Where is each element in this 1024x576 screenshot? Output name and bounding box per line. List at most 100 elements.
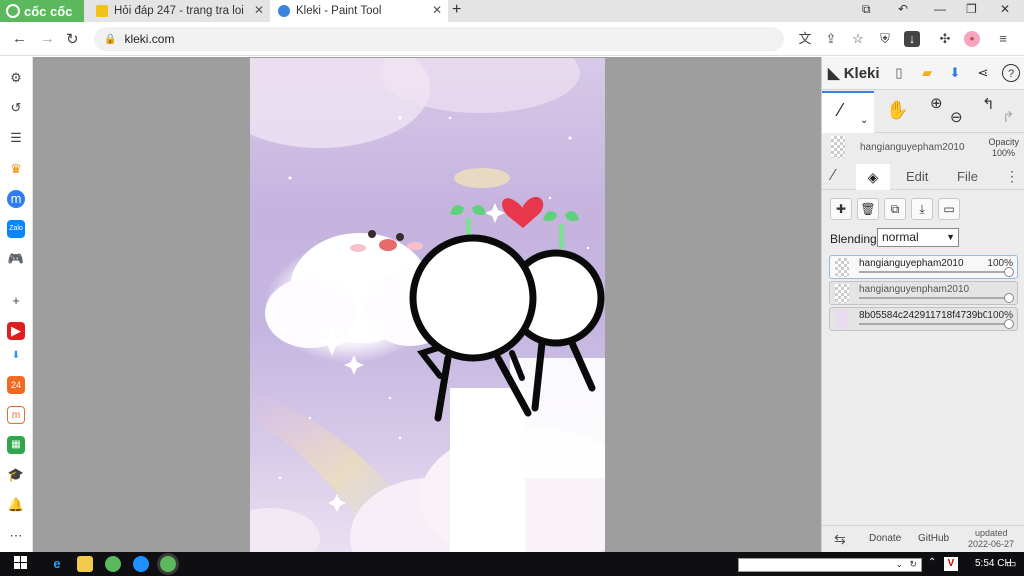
layer-opacity-handle[interactable] xyxy=(1004,267,1014,277)
hoidap-favicon-icon xyxy=(96,5,108,17)
sheet-icon[interactable]: ▦ xyxy=(7,436,25,454)
reload-button[interactable]: ↻ xyxy=(66,30,79,48)
close-window-button[interactable]: ✕ xyxy=(1000,2,1010,16)
share-icon[interactable]: ⇪ xyxy=(823,31,839,47)
crown-icon[interactable]: ♛ xyxy=(7,160,25,178)
redo-icon[interactable]: ↱ xyxy=(1002,108,1015,126)
hand-tool-button[interactable]: ✋ xyxy=(886,100,908,121)
chevron-down-icon[interactable]: ⌄ xyxy=(860,115,868,126)
kleki-panel: ◣ Kleki ▯ ▰ ⬇ ⋖ ? ⁄ ⌄ ✋ ⊕ ⊖ ↰ ↱ hangiang… xyxy=(821,57,1024,552)
delete-layer-button[interactable]: 🗑 xyxy=(857,198,879,220)
layer-opacity-handle[interactable] xyxy=(1004,319,1014,329)
windows-start-icon[interactable] xyxy=(14,556,30,572)
coccoc-menu-button[interactable]: cốc cốc xyxy=(0,0,84,22)
tab-file[interactable]: File xyxy=(957,169,978,184)
tool-row: ⁄ ⌄ ✋ ⊕ ⊖ ↰ ↱ xyxy=(822,91,1024,133)
download-icon[interactable]: ↓ xyxy=(904,31,920,47)
drawing-canvas[interactable] xyxy=(250,58,605,552)
layer-item[interactable]: hangianguyenpham2010 xyxy=(829,281,1018,305)
rename-layer-button[interactable]: ▭ xyxy=(938,198,960,220)
back-button[interactable]: ← xyxy=(12,30,27,47)
shield-icon[interactable]: ⛨ xyxy=(877,31,893,47)
donate-link[interactable]: Donate xyxy=(869,533,901,544)
restore-arrow-icon[interactable]: ↶ xyxy=(898,2,908,16)
settings-gear-icon[interactable]: ⚙ xyxy=(7,69,25,87)
zalo-icon[interactable]: Zalo xyxy=(7,220,25,238)
file-explorer-icon[interactable] xyxy=(77,556,93,572)
forward-button[interactable]: → xyxy=(40,30,55,47)
close-tab-icon[interactable]: ✕ xyxy=(254,3,264,17)
add-layer-button[interactable]: ✚ xyxy=(830,198,852,220)
menu-icon[interactable]: ≡ xyxy=(995,31,1011,47)
app-m-icon[interactable]: m xyxy=(7,406,25,424)
tab-brush[interactable]: ⁄ xyxy=(832,167,835,185)
profile-avatar-icon[interactable]: • xyxy=(964,31,980,47)
messenger-icon[interactable]: m xyxy=(7,190,25,208)
coccoc-taskbar-icon[interactable] xyxy=(105,556,121,572)
merge-down-button[interactable]: ⤓ xyxy=(911,198,933,220)
notifications-icon[interactable]: ▭ xyxy=(1006,557,1016,570)
notifications-bell-icon[interactable]: 🔔 xyxy=(7,496,25,514)
brand-label: cốc cốc xyxy=(24,3,73,19)
kleki-favicon-icon xyxy=(278,5,290,17)
current-layer-name: hangianguyepham2010 xyxy=(860,142,965,153)
more-icon[interactable]: ⋯ xyxy=(7,527,25,545)
new-tab-button[interactable]: + xyxy=(452,1,461,19)
translate-icon[interactable]: 文 xyxy=(797,31,813,47)
layer-opacity-slider[interactable] xyxy=(859,323,1009,325)
zalo-taskbar-icon[interactable] xyxy=(133,556,149,572)
duplicate-layer-button[interactable]: ⧉ xyxy=(884,198,906,220)
tab-layers[interactable]: ◈ xyxy=(856,164,890,190)
bookmark-star-icon[interactable]: ☆ xyxy=(850,31,866,47)
chevron-down-icon[interactable]: ⌄ xyxy=(895,559,903,570)
edge-icon[interactable]: e xyxy=(49,556,65,572)
undo-icon[interactable]: ↰ xyxy=(982,95,995,113)
vietkey-icon[interactable]: V xyxy=(944,557,958,571)
share-icon[interactable]: ⋖ xyxy=(974,64,992,82)
minimize-button[interactable]: — xyxy=(934,2,946,16)
blending-select[interactable]: normal ▼ xyxy=(877,228,959,247)
game-controller-icon[interactable]: 🎮 xyxy=(7,250,25,268)
address-toolbar: ← → ↻ 🔒 kleki.com 文 ⇪ ☆ ⛨ ↓ ✣ • ≡ xyxy=(0,22,1024,56)
screenshot-icon[interactable]: ⧉ xyxy=(862,2,871,17)
swap-sides-icon[interactable]: ⇆ xyxy=(834,531,846,548)
youtube-icon[interactable]: ▶ xyxy=(7,322,25,340)
github-link[interactable]: GitHub xyxy=(918,533,949,544)
add-shortcut-icon[interactable]: + xyxy=(7,292,25,310)
layer-item[interactable]: hangianguyepham2010 100% xyxy=(829,255,1018,279)
refresh-icon[interactable]: ↻ xyxy=(909,559,917,570)
graduation-cap-icon[interactable]: 🎓 xyxy=(7,466,25,484)
tab-label: Hỏi đáp 247 - trang tra loi xyxy=(114,5,244,17)
maximize-button[interactable]: ❐ xyxy=(966,2,977,16)
brush-tool-button[interactable]: ⁄ ⌄ xyxy=(822,91,874,133)
tab-edit[interactable]: Edit xyxy=(906,169,928,184)
open-folder-icon[interactable]: ▰ xyxy=(918,64,936,82)
tab-kleki[interactable]: Kleki - Paint Tool ✕ xyxy=(270,0,448,22)
app-24h-icon[interactable]: 24 xyxy=(7,376,25,394)
coccoc-logo-icon xyxy=(6,4,20,18)
reading-list-icon[interactable]: ☰ xyxy=(7,129,25,147)
layer-opacity-slider[interactable] xyxy=(859,297,1009,299)
current-layer-info: hangianguyepham2010 Opacity 100% xyxy=(822,134,1024,164)
layer-opacity-handle[interactable] xyxy=(1004,293,1014,303)
tray-up-arrow-icon[interactable]: ⌃ xyxy=(928,557,936,568)
url-bar[interactable]: 🔒 kleki.com xyxy=(94,27,784,51)
taskbar-search-input[interactable]: ⌄ ↻ xyxy=(738,558,922,572)
history-icon[interactable]: ↺ xyxy=(7,99,25,117)
close-tab-icon[interactable]: ✕ xyxy=(432,3,442,17)
tab-hoidap[interactable]: Hỏi đáp 247 - trang tra loi ✕ xyxy=(88,0,270,22)
layer-item[interactable]: 8b05584c242911718f4739b0 100% xyxy=(829,307,1018,331)
save-download-icon[interactable]: ⬇ xyxy=(946,64,964,82)
canvas-area[interactable] xyxy=(33,57,821,552)
coccoc-active-taskbar-icon[interactable] xyxy=(160,556,176,572)
extensions-icon[interactable]: ✣ xyxy=(937,31,953,47)
new-image-icon[interactable]: ▯ xyxy=(890,64,908,82)
kleki-logo-icon: ◣ xyxy=(828,65,840,82)
zoom-in-icon[interactable]: ⊕ xyxy=(930,94,943,112)
zoom-out-icon[interactable]: ⊖ xyxy=(950,108,963,126)
layer-opacity-slider[interactable] xyxy=(859,271,1009,273)
download-sidebar-icon[interactable]: ⬇ xyxy=(7,347,25,365)
more-options-icon[interactable]: ⋮ xyxy=(1005,168,1019,185)
help-icon[interactable]: ? xyxy=(1002,64,1020,82)
layer-name: 8b05584c242911718f4739b0 xyxy=(859,310,987,321)
